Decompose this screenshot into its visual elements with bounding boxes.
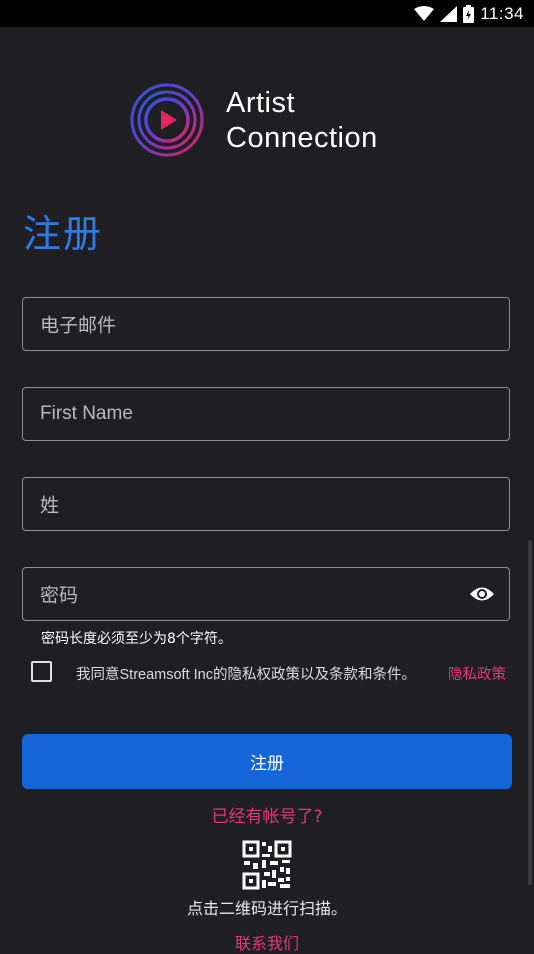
scan-instruction: 点击二维码进行扫描。 [186,899,347,918]
first-name-placeholder: First Name [40,403,133,424]
last-name-field[interactable]: 姓 [22,477,510,531]
qr-code-icon[interactable] [242,840,292,890]
register-button[interactable]: 注册 [22,734,512,789]
signal-icon [440,6,458,22]
brand-line-1: Artist [226,87,296,119]
battery-icon [463,5,475,23]
app-logo: Artist Connection [129,82,409,160]
brand-line-2: Connection [226,122,378,154]
password-field[interactable]: 密码 [22,567,510,621]
brand-name: Artist Connection [226,86,378,156]
agree-checkbox[interactable] [31,661,52,682]
status-time: 11:34 [480,4,524,23]
status-bar: 11:34 [0,0,534,27]
wifi-icon [414,6,435,21]
privacy-policy-link[interactable]: 隐私政策 [448,663,506,684]
last-name-placeholder: 姓 [40,495,60,517]
page-title: 注册 [23,212,104,256]
contact-us-link[interactable]: 联系我们 [0,930,534,954]
have-account-link[interactable]: 已经有帐号了? [0,802,534,827]
agree-text: 我同意Streamsoft Inc的隐私权政策以及条款和条件。 [76,667,416,683]
password-placeholder: 密码 [40,585,79,607]
first-name-field[interactable]: First Name [22,387,510,441]
status-icons: 11:34 [414,4,524,24]
scrollbar[interactable] [528,540,532,885]
eye-icon[interactable] [469,585,495,603]
play-logo-icon [130,83,204,157]
email-field[interactable]: 电子邮件 [22,297,510,351]
password-hint: 密码长度必须至少为8个字符。 [41,631,232,647]
email-placeholder: 电子邮件 [40,315,117,337]
